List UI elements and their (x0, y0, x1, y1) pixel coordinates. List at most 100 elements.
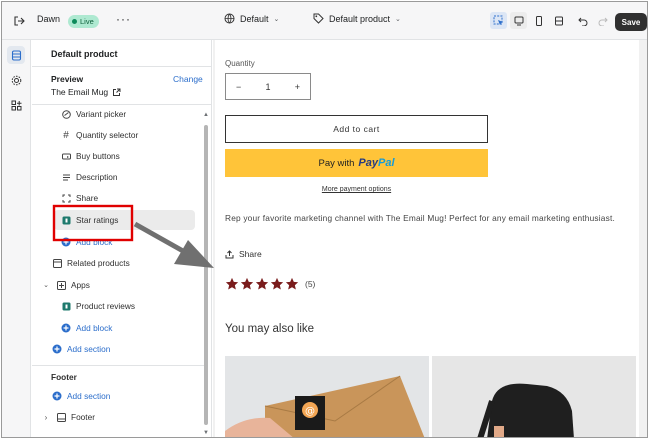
product-page: Quantity − 1 + Add to cart Pay with Pay P… (215, 40, 639, 437)
template-selector[interactable]: Default ⌄ (224, 13, 279, 24)
block-label: Product reviews (76, 301, 136, 311)
more-actions-button[interactable]: ··· (116, 12, 131, 26)
block-product-reviews[interactable]: Product reviews (61, 296, 135, 316)
preview-product[interactable]: The Email Mug (51, 87, 121, 97)
hash-icon: # (63, 129, 69, 141)
share-icon (225, 249, 234, 258)
footer-group-label: Footer (51, 372, 77, 382)
rating-count: (5) (305, 279, 316, 289)
chevron-down-icon: ⌄ (395, 15, 401, 23)
fullscreen-icon[interactable] (550, 12, 567, 29)
divider (32, 66, 211, 67)
exit-icon[interactable] (10, 12, 28, 30)
footer-add-section-button[interactable]: Add section (52, 386, 110, 406)
block-buy-buttons[interactable]: Buy buttons (61, 146, 120, 166)
redo-icon[interactable] (594, 12, 611, 29)
chevron-down-icon: ⌄ (43, 282, 49, 289)
product-template-selector[interactable]: Default product ⌄ (313, 13, 401, 24)
paypal-logo-part-2: Pal (377, 157, 395, 169)
theme-name: Dawn (37, 14, 61, 24)
star-icon (285, 277, 299, 290)
section-apps[interactable]: ⌄ Apps (41, 275, 90, 295)
block-quantity-selector[interactable]: # Quantity selector (61, 125, 138, 145)
section-footer[interactable]: › Footer (41, 407, 95, 427)
block-label: Variant picker (76, 109, 127, 119)
external-link-icon (113, 88, 121, 96)
scrollbar-thumb[interactable] (204, 125, 208, 425)
panel-title: Default product (51, 49, 118, 59)
divider (32, 365, 204, 366)
add-block-label: Add block (76, 323, 113, 333)
plus-circle-icon (52, 344, 62, 354)
undo-icon[interactable] (574, 12, 591, 29)
tag-icon (313, 13, 324, 24)
section-label: Apps (71, 280, 90, 290)
related-product-image[interactable]: @ (225, 356, 429, 437)
more-payment-options-link[interactable]: More payment options (225, 186, 488, 193)
section-related-products[interactable]: Related products (52, 253, 130, 273)
chevron-right-icon: › (44, 412, 48, 422)
add-block-button[interactable]: Add block (61, 318, 112, 338)
section-icon (52, 258, 62, 268)
block-share[interactable]: Share (61, 188, 98, 208)
change-preview-link[interactable]: Change (173, 74, 203, 84)
related-product-image[interactable] (432, 356, 636, 437)
plus-circle-icon (61, 237, 71, 247)
top-bar: Dawn Live ··· Default ⌄ Default product … (2, 2, 647, 40)
buy-buttons-icon (61, 151, 71, 161)
app-window: Dawn Live ··· Default ⌄ Default product … (1, 1, 648, 438)
share-button[interactable]: Share (225, 249, 262, 259)
block-label: Description (76, 172, 118, 182)
star-icon (240, 277, 254, 290)
preview-product-name: The Email Mug (51, 87, 109, 97)
add-to-cart-button[interactable]: Add to cart (225, 115, 488, 143)
live-badge: Live (68, 15, 99, 28)
template-label: Default (240, 13, 269, 24)
star-rating[interactable]: (5) (225, 277, 315, 291)
paypal-logo-part-1: Pay (358, 157, 378, 169)
svg-text:@: @ (305, 406, 315, 417)
toolbar-segment (490, 12, 611, 29)
theme-settings-icon[interactable] (7, 71, 25, 89)
block-label: Buy buttons (76, 151, 120, 161)
section-label: Related products (67, 258, 130, 268)
block-label: Quantity selector (76, 130, 139, 140)
side-panel: Default product Preview Change The Email… (32, 40, 212, 437)
block-star-ratings[interactable]: Star ratings (54, 210, 195, 230)
inspector-icon[interactable] (490, 12, 507, 29)
sections-icon[interactable] (7, 46, 25, 64)
save-button[interactable]: Save (615, 13, 647, 31)
desktop-icon[interactable] (510, 12, 527, 29)
share-frame-icon (61, 193, 71, 203)
app-block-icon (61, 301, 71, 311)
block-variant-picker[interactable]: Variant picker (61, 104, 126, 124)
star-icon (225, 277, 239, 290)
quantity-stepper[interactable]: − 1 + (225, 73, 311, 100)
add-block-button[interactable]: Add block (61, 232, 112, 252)
block-description[interactable]: Description (61, 167, 118, 187)
quantity-minus-button[interactable]: − (236, 82, 241, 92)
you-may-also-like-heading: You may also like (225, 323, 315, 335)
apps-icon (56, 280, 66, 290)
plus-circle-icon (52, 391, 62, 401)
app-embeds-icon[interactable] (7, 96, 25, 114)
quantity-value[interactable]: 1 (265, 82, 270, 92)
add-section-button[interactable]: Add section (52, 339, 110, 359)
block-label: Star ratings (76, 215, 119, 225)
live-badge-label: Live (80, 17, 94, 26)
plus-circle-icon (61, 323, 71, 333)
paypal-button[interactable]: Pay with Pay Pal (225, 149, 488, 177)
text-lines-icon (61, 172, 71, 182)
product-template-label: Default product (329, 13, 391, 24)
paypal-prefix: Pay with (318, 157, 355, 169)
product-description: Rep your favorite marketing channel with… (225, 213, 615, 223)
add-section-label: Add section (67, 391, 111, 401)
scroll-up-icon[interactable]: ▲ (203, 112, 209, 118)
chevron-down-icon: ⌄ (273, 15, 280, 23)
quantity-plus-button[interactable]: + (295, 82, 300, 92)
globe-icon (224, 13, 235, 24)
store-preview: Quantity − 1 + Add to cart Pay with Pay P… (213, 40, 647, 437)
mobile-icon[interactable] (530, 12, 547, 29)
scroll-down-icon[interactable]: ▼ (203, 430, 209, 436)
app-block-icon (61, 215, 71, 225)
